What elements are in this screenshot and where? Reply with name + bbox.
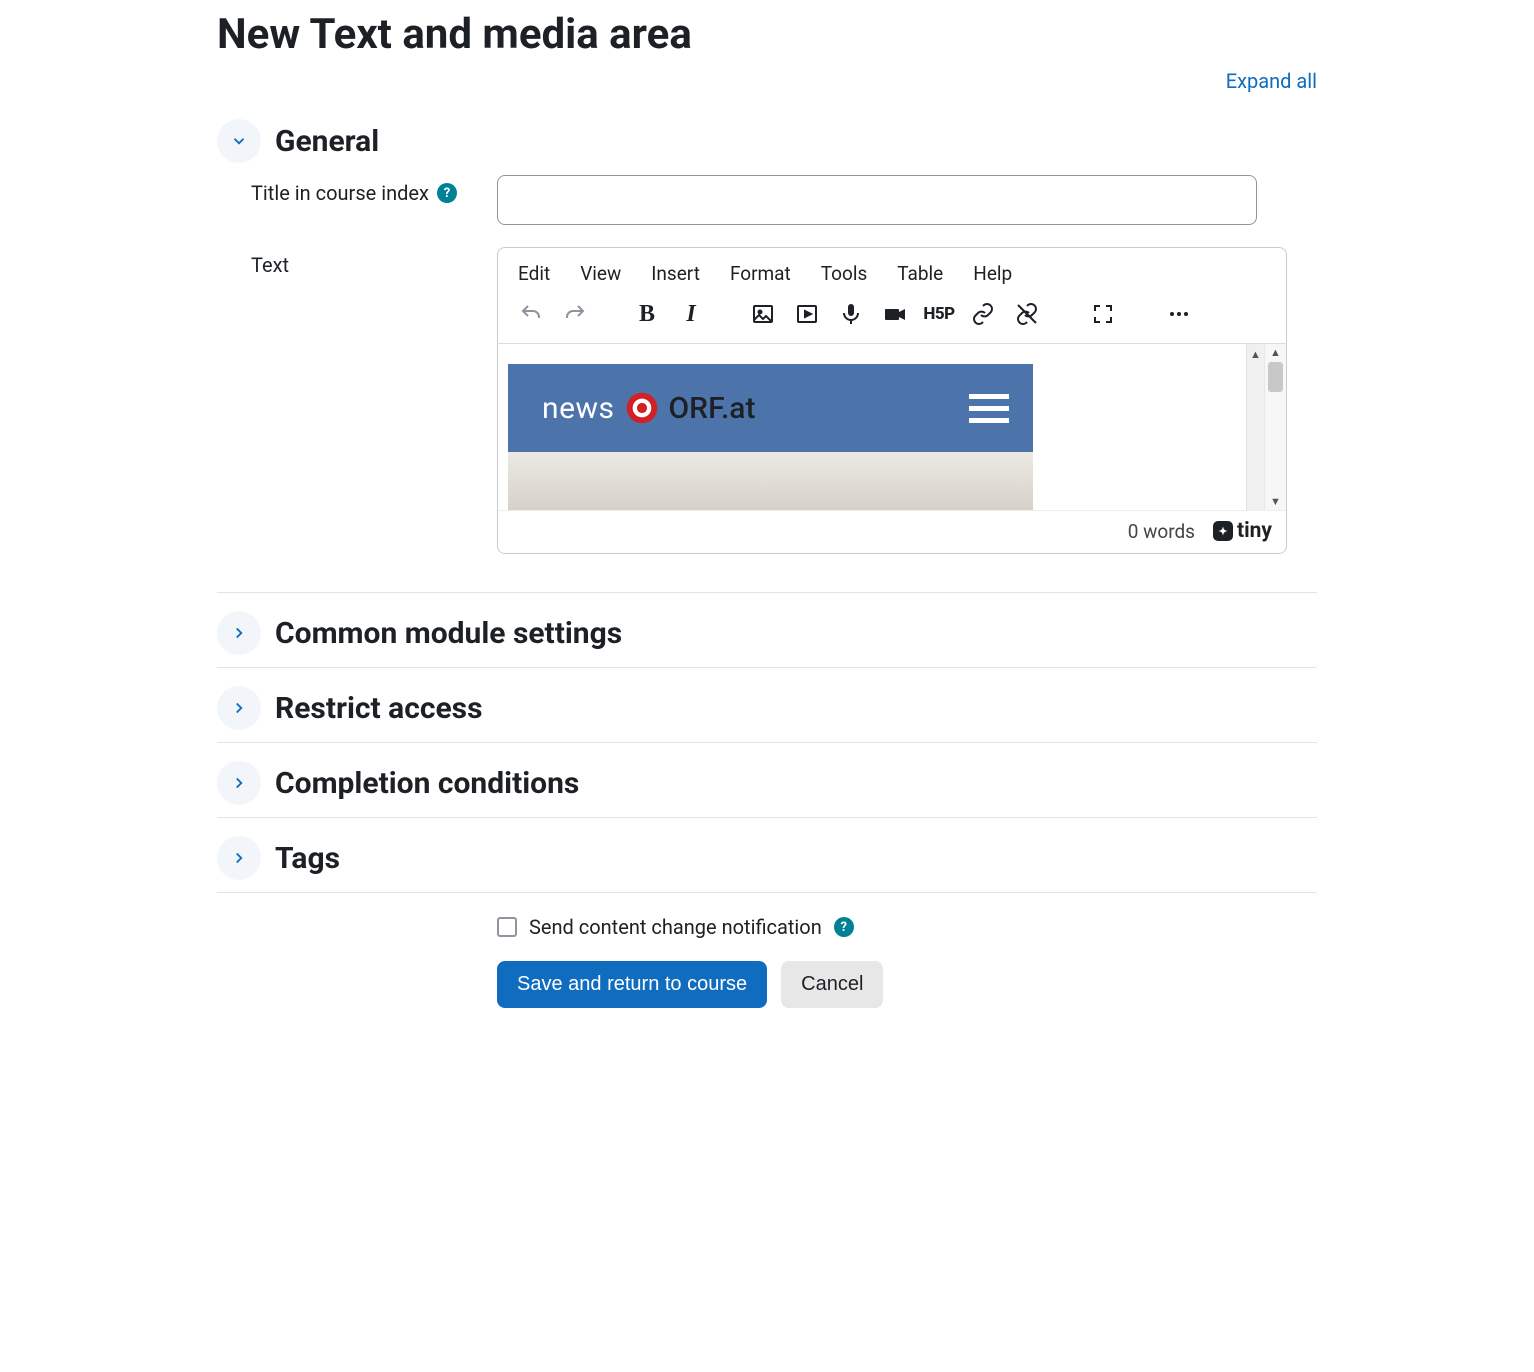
section-toggle-common-module[interactable]: Common module settings [217,593,1317,667]
notify-label: Send content change notification [529,915,822,939]
notify-checkbox[interactable] [497,917,517,937]
menu-format[interactable]: Format [730,262,791,285]
editor-content-area[interactable]: news ORF.at [498,344,1246,510]
more-icon[interactable] [1164,299,1194,329]
menu-edit[interactable]: Edit [518,262,550,285]
camera-icon[interactable] [880,299,910,329]
embedded-content-preview [508,452,1033,510]
section-toggle-completion[interactable]: Completion conditions [217,743,1317,817]
editor-toolbar: B I [498,295,1286,343]
image-icon[interactable] [748,299,778,329]
label-text: Text [251,253,289,277]
chevron-right-icon [217,761,261,805]
embedded-site-header: news ORF.at [508,364,1033,452]
menu-view[interactable]: View [580,262,621,285]
italic-icon[interactable]: I [676,299,706,329]
menu-tools[interactable]: Tools [821,262,868,285]
editor-scrollbar[interactable]: ▲ ▼ [1264,344,1286,510]
bold-icon[interactable]: B [632,299,662,329]
title-input[interactable] [497,175,1257,225]
redo-icon[interactable] [560,299,590,329]
chevron-right-icon [217,836,261,880]
chevron-down-icon [217,119,261,163]
embedded-site-name: ORF.at [669,391,756,426]
menu-insert[interactable]: Insert [651,262,700,285]
video-icon[interactable] [792,299,822,329]
bullseye-icon [625,391,659,425]
hamburger-icon[interactable] [969,394,1009,423]
section-toggle-tags[interactable]: Tags [217,818,1317,892]
section-title-completion: Completion conditions [275,766,579,801]
embedded-news-label: news [542,391,615,426]
menu-table[interactable]: Table [897,262,943,285]
chevron-right-icon [217,686,261,730]
section-toggle-general[interactable]: General [217,101,1317,175]
link-icon[interactable] [968,299,998,329]
save-button[interactable]: Save and return to course [497,961,767,1008]
section-title-tags: Tags [275,841,340,876]
page-title: New Text and media area [217,10,1317,59]
microphone-icon[interactable] [836,299,866,329]
help-icon[interactable]: ? [834,917,854,937]
rich-text-editor: Edit View Insert Format Tools Table Help [497,247,1287,554]
expand-all-link[interactable]: Expand all [1226,69,1317,93]
section-title-general: General [275,124,379,159]
cancel-button[interactable]: Cancel [781,961,883,1008]
fullscreen-icon[interactable] [1088,299,1118,329]
section-toggle-restrict-access[interactable]: Restrict access [217,668,1317,742]
label-title-in-index: Title in course index [251,181,429,205]
word-count: 0 words [1128,520,1195,543]
inner-scrollbar[interactable]: ▲ [1246,344,1264,510]
editor-menubar: Edit View Insert Format Tools Table Help [498,248,1286,295]
section-title-common-module: Common module settings [275,616,622,651]
section-title-restrict-access: Restrict access [275,691,482,726]
menu-help[interactable]: Help [973,262,1012,285]
unlink-icon[interactable] [1012,299,1042,329]
undo-icon[interactable] [516,299,546,329]
chevron-right-icon [217,611,261,655]
help-icon[interactable]: ? [437,183,457,203]
h5p-icon[interactable]: H5P [924,299,954,329]
tiny-logo[interactable]: ✦ tiny [1213,519,1272,543]
